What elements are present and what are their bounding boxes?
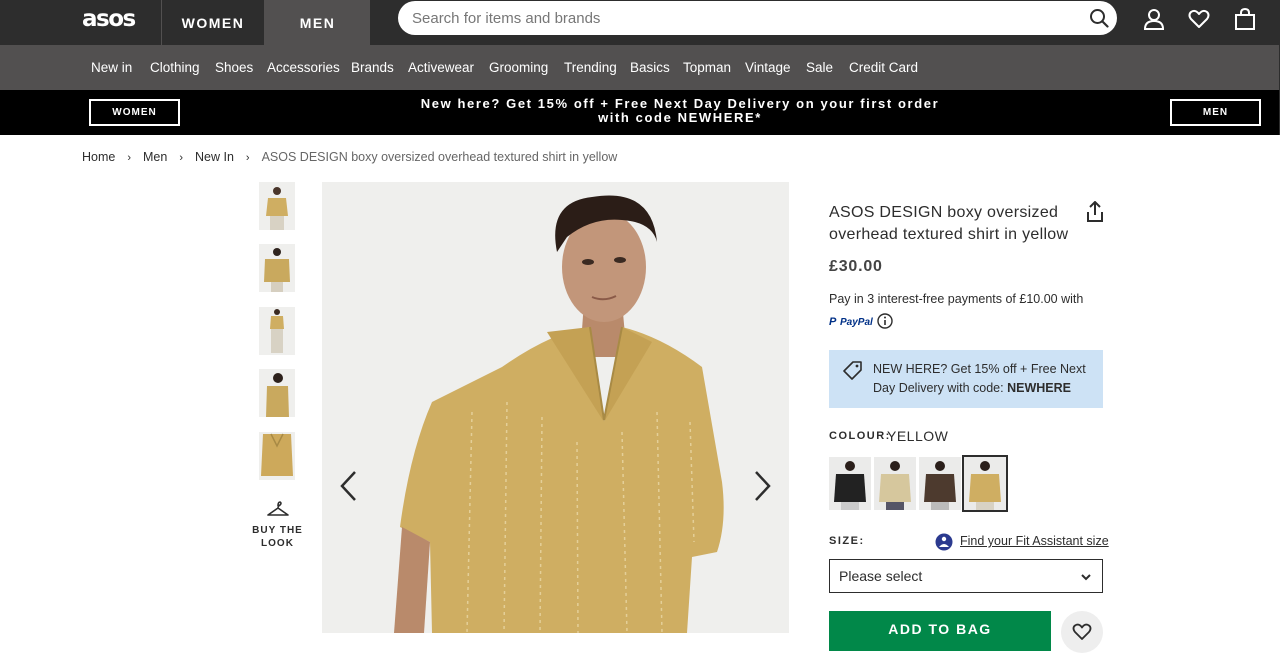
nav-vintage[interactable]: Vintage bbox=[745, 45, 791, 90]
colour-swatch-black[interactable] bbox=[829, 457, 871, 510]
search-bar bbox=[398, 1, 1117, 35]
thumbnail-side[interactable] bbox=[259, 369, 295, 417]
product-title: ASOS DESIGN boxy oversized overhead text… bbox=[829, 204, 1069, 243]
nav-clothing[interactable]: Clothing bbox=[150, 45, 200, 90]
promo-box-text: NEW HERE? Get 15% off + Free Next Day De… bbox=[873, 360, 1093, 398]
paypal-logo: P PayPal bbox=[829, 316, 873, 328]
breadcrumb-separator: › bbox=[127, 152, 132, 164]
promo-line-2: with code NEWHERE* bbox=[598, 110, 762, 125]
previous-image-arrow[interactable] bbox=[339, 470, 359, 502]
account-icon[interactable] bbox=[1143, 8, 1165, 30]
colour-value: YELLOW bbox=[887, 428, 949, 444]
promo-line-1: New here? Get 15% off + Free Next Day De… bbox=[420, 96, 940, 111]
size-select[interactable]: Please select bbox=[829, 559, 1103, 593]
promo-men-button[interactable]: MEN bbox=[1170, 99, 1261, 126]
nav-basics[interactable]: Basics bbox=[630, 45, 670, 90]
breadcrumb-men[interactable]: Men bbox=[143, 150, 167, 164]
size-label: SIZE: bbox=[829, 535, 865, 547]
nav-brands[interactable]: Brands bbox=[351, 45, 394, 90]
heart-icon bbox=[1072, 623, 1092, 640]
colour-swatch-stone[interactable] bbox=[874, 457, 916, 510]
nav-grooming[interactable]: Grooming bbox=[489, 45, 548, 90]
buy-the-look-button[interactable]: BUY THE LOOK bbox=[250, 500, 305, 550]
product-photo bbox=[322, 182, 789, 633]
nav-shoes[interactable]: Shoes bbox=[215, 45, 253, 90]
nav-trending[interactable]: Trending bbox=[564, 45, 617, 90]
nav-sale[interactable]: Sale bbox=[806, 45, 833, 90]
fit-assistant-icon bbox=[935, 533, 953, 551]
product-price: £30.00 bbox=[829, 258, 883, 275]
share-icon[interactable] bbox=[1085, 201, 1105, 223]
chevron-down-icon bbox=[1081, 574, 1091, 581]
nav-accessories[interactable]: Accessories bbox=[267, 45, 340, 90]
info-icon[interactable] bbox=[877, 313, 893, 329]
promo-message[interactable]: New here? Get 15% off + Free Next Day De… bbox=[380, 97, 980, 125]
fit-assistant-link[interactable]: Find your Fit Assistant size bbox=[960, 534, 1109, 548]
thumbnail-detail[interactable] bbox=[259, 432, 295, 480]
nav-credit-card[interactable]: Credit Card bbox=[849, 45, 918, 90]
thumbnail-front[interactable] bbox=[259, 182, 295, 230]
breadcrumb: Home › Men › New In › ASOS DESIGN boxy oversiz… bbox=[82, 150, 617, 166]
new-customer-promo: NEW HERE? Get 15% off + Free Next Day De… bbox=[829, 350, 1103, 408]
top-header: asos WOMEN MEN bbox=[0, 0, 1280, 45]
search-input[interactable] bbox=[412, 1, 1072, 35]
search-icon[interactable] bbox=[1089, 8, 1109, 28]
paypal-installments-text: Pay in 3 interest-free payments of £10.0… bbox=[829, 292, 1084, 306]
colour-label: COLOUR: bbox=[829, 430, 891, 442]
hanger-icon bbox=[266, 501, 289, 516]
promo-box-code: NEWHERE bbox=[1007, 381, 1071, 395]
bag-icon[interactable] bbox=[1234, 8, 1256, 30]
size-select-value: Please select bbox=[839, 568, 923, 584]
svg-text:P: P bbox=[829, 316, 837, 328]
tag-icon bbox=[843, 361, 862, 380]
thumbnail-full-length[interactable] bbox=[259, 307, 295, 355]
heart-icon[interactable] bbox=[1188, 8, 1210, 30]
breadcrumb-home[interactable]: Home bbox=[82, 150, 115, 164]
next-image-arrow[interactable] bbox=[752, 470, 772, 502]
tab-women[interactable]: WOMEN bbox=[161, 0, 265, 45]
thumbnail-back[interactable] bbox=[259, 244, 295, 292]
promo-banner: WOMEN New here? Get 15% off + Free Next … bbox=[0, 90, 1280, 135]
nav-activewear[interactable]: Activewear bbox=[408, 45, 474, 90]
breadcrumb-separator: › bbox=[245, 152, 250, 164]
nav-topman[interactable]: Topman bbox=[683, 45, 731, 90]
save-for-later-button[interactable] bbox=[1061, 611, 1103, 653]
colour-swatch-yellow[interactable] bbox=[962, 455, 1008, 512]
promo-women-button[interactable]: WOMEN bbox=[89, 99, 180, 126]
buy-the-look-label: BUY THE LOOK bbox=[252, 525, 303, 549]
colour-swatch-brown[interactable] bbox=[919, 457, 961, 510]
category-nav: New in Clothing Shoes Accessories Brands… bbox=[0, 45, 1280, 90]
breadcrumb-current: ASOS DESIGN boxy oversized overhead text… bbox=[261, 150, 618, 164]
product-main-image[interactable] bbox=[322, 182, 789, 633]
tab-men[interactable]: MEN bbox=[265, 0, 370, 45]
asos-logo[interactable]: asos bbox=[82, 4, 144, 34]
breadcrumb-separator: › bbox=[179, 152, 184, 164]
breadcrumb-new-in[interactable]: New In bbox=[195, 150, 234, 164]
add-to-bag-button[interactable]: ADD TO BAG bbox=[829, 611, 1051, 651]
paypal-label: PayPal bbox=[840, 317, 873, 328]
nav-new-in[interactable]: New in bbox=[91, 45, 132, 90]
